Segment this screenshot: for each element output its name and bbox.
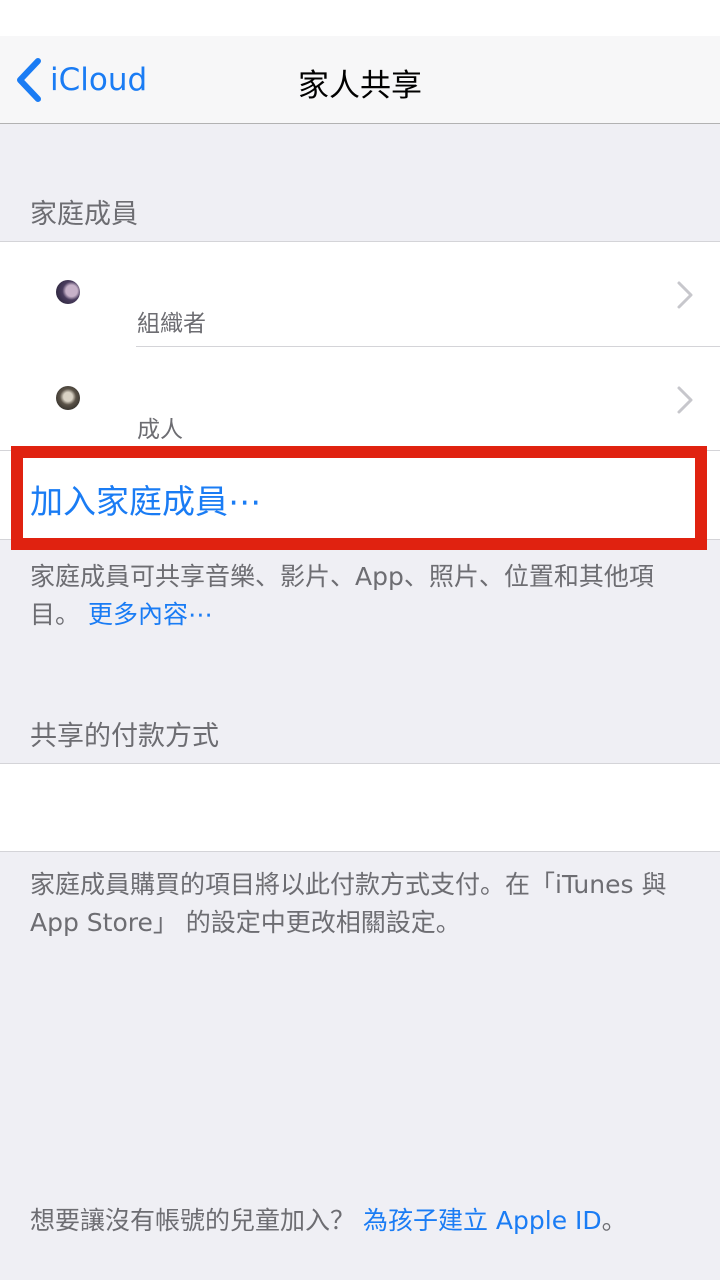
status-bar — [0, 0, 720, 36]
family-member-row[interactable]: 成人 — [0, 347, 720, 451]
payment-footnote: 家庭成員購買的項目將以此付款方式支付。在「iTunes 與 App Store」… — [30, 870, 667, 937]
chevron-right-icon — [677, 281, 693, 309]
child-account-note: 想要讓沒有帳號的兒童加入？ 為孩子建立 Apple ID。 — [30, 1202, 700, 1240]
learn-more-link[interactable]: 更多內容⋯ — [88, 600, 213, 629]
avatar — [56, 280, 80, 304]
child-account-text: 想要讓沒有帳號的兒童加入？ — [30, 1206, 356, 1235]
family-footnote: 家庭成員可共享音樂、影片、App、照片、位置和其他項目。 更多內容⋯ — [30, 558, 700, 634]
family-section-header: 家庭成員 — [30, 199, 138, 230]
family-member-row[interactable]: 組織者 — [0, 242, 720, 346]
create-child-apple-id-link[interactable]: 為孩子建立 Apple ID — [363, 1206, 602, 1235]
payment-method-row[interactable] — [0, 763, 720, 852]
family-members-group: 組織者 成人 — [0, 241, 720, 451]
member-role: 成人 — [137, 417, 183, 443]
avatar — [56, 386, 80, 410]
navigation-bar: iCloud 家人共享 — [0, 36, 720, 124]
child-account-suffix: 。 — [601, 1206, 627, 1235]
payment-section-header: 共享的付款方式 — [30, 721, 219, 752]
highlight-box — [11, 446, 707, 550]
chevron-right-icon — [677, 386, 693, 414]
page-title: 家人共享 — [298, 68, 422, 104]
member-role: 組織者 — [137, 311, 206, 337]
